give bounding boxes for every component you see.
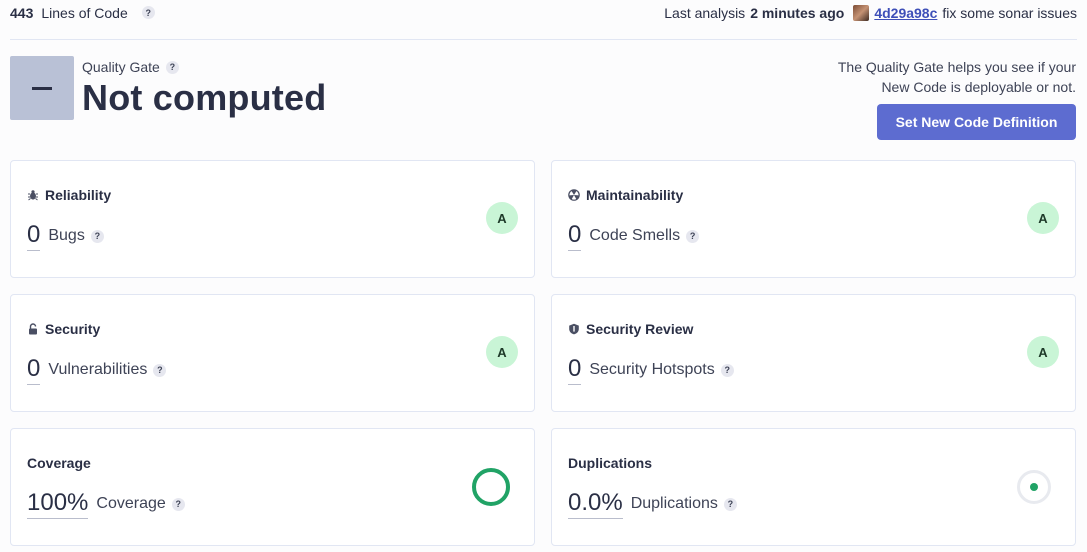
rating-badge[interactable]: A — [486, 336, 518, 368]
quality-gate-info-line: The Quality Gate helps you see if your — [837, 59, 1076, 75]
card-title-text: Security — [45, 321, 101, 337]
quality-gate-status: Not computed — [82, 77, 327, 118]
duplications-indicator[interactable] — [1017, 470, 1051, 504]
card-title-text: Security Review — [586, 321, 694, 337]
loc-value: 443 — [10, 4, 34, 21]
metric-label: Security Hotspots — [589, 361, 715, 378]
coverage-value-link[interactable]: 100% — [27, 489, 89, 519]
bugs-value-link[interactable]: 0 — [27, 221, 41, 251]
last-analysis: Last analysis 2 minutes ago 4d29a98c fix… — [664, 4, 1077, 21]
card-title: Security Review — [568, 321, 693, 337]
card-metric: 0 Vulnerabilities ? — [27, 355, 167, 385]
lock-icon — [29, 323, 37, 335]
help-icon[interactable]: ? — [686, 229, 700, 243]
avatar — [853, 4, 870, 21]
duplications-dot — [1030, 483, 1038, 491]
help-icon[interactable]: ? — [165, 60, 179, 74]
help-icon[interactable]: ? — [153, 363, 167, 377]
coverage-donut-chart[interactable] — [472, 468, 510, 506]
last-analysis-label: Last analysis — [664, 4, 746, 21]
card-title-text: Coverage — [27, 455, 91, 471]
help-icon[interactable]: ? — [141, 6, 155, 19]
analysis-header: 443 Lines of Code ? Last analysis 2 minu… — [10, 0, 1077, 40]
bug-icon — [28, 190, 38, 201]
card-metric: 0 Security Hotspots ? — [568, 355, 734, 385]
radiation-icon — [568, 189, 580, 201]
rating-badge[interactable]: A — [486, 202, 518, 234]
rating-badge[interactable]: A — [1027, 202, 1059, 234]
shield-icon — [569, 323, 579, 335]
card-title: Duplications — [568, 455, 652, 471]
card-metric: 100% Coverage ? — [27, 489, 185, 519]
card-metric: 0 Bugs ? — [27, 221, 104, 251]
minus-icon — [32, 86, 52, 90]
quality-gate-badge — [10, 56, 74, 120]
card-title-text: Reliability — [45, 187, 112, 203]
quality-gate-label: Quality Gate ? — [82, 59, 326, 75]
commit-message: fix some sonar issues — [942, 4, 1077, 21]
help-icon[interactable]: ? — [171, 497, 185, 511]
metric-label: Vulnerabilities — [48, 361, 148, 378]
metric-label: Code Smells — [589, 227, 681, 244]
card-title: Maintainability — [568, 187, 683, 203]
metric-label: Bugs — [48, 227, 85, 244]
metric-label: Duplications — [630, 495, 718, 512]
coverage-card: Coverage 100% Coverage ? — [10, 428, 535, 546]
vulnerabilities-value-link[interactable]: 0 — [27, 355, 41, 385]
card-title: Reliability — [27, 187, 111, 203]
rating-badge[interactable]: A — [1027, 336, 1059, 368]
security-hotspots-value-link[interactable]: 0 — [568, 355, 582, 385]
security-card: Security 0 Vulnerabilities ? A — [10, 294, 535, 412]
duplications-value-link[interactable]: 0.0% — [568, 489, 623, 519]
card-title-text: Duplications — [568, 455, 653, 471]
duplications-card: Duplications 0.0% Duplications ? — [551, 428, 1076, 546]
metric-label: Coverage — [96, 495, 166, 512]
quality-gate: Quality Gate ? Not computed — [10, 56, 326, 120]
card-title: Security — [27, 321, 100, 337]
card-title: Coverage — [27, 455, 91, 471]
card-title-text: Maintainability — [586, 187, 684, 203]
card-metric: 0.0% Duplications ? — [568, 489, 737, 519]
lines-of-code: 443 Lines of Code ? — [10, 5, 155, 21]
help-icon[interactable]: ? — [720, 363, 734, 377]
loc-label: Lines of Code — [41, 4, 128, 21]
card-metric: 0 Code Smells ? — [568, 221, 700, 251]
quality-gate-label-text: Quality Gate — [82, 59, 160, 75]
last-analysis-time: 2 minutes ago — [750, 4, 845, 21]
help-icon[interactable]: ? — [90, 229, 104, 243]
quality-gate-info-line: New Code is deployable or not. — [881, 79, 1076, 95]
reliability-card: Reliability 0 Bugs ? A — [10, 160, 535, 278]
commit-hash-link[interactable]: 4d29a98c — [874, 5, 937, 21]
security-review-card: Security Review 0 Security Hotspots ? A — [551, 294, 1076, 412]
help-icon[interactable]: ? — [723, 497, 737, 511]
set-new-code-definition-button[interactable]: Set New Code Definition — [877, 104, 1076, 140]
quality-gate-info: The Quality Gate helps you see if your N… — [786, 57, 1076, 97]
code-smells-value-link[interactable]: 0 — [568, 221, 582, 251]
maintainability-card: Maintainability 0 Code Smells ? A — [551, 160, 1076, 278]
